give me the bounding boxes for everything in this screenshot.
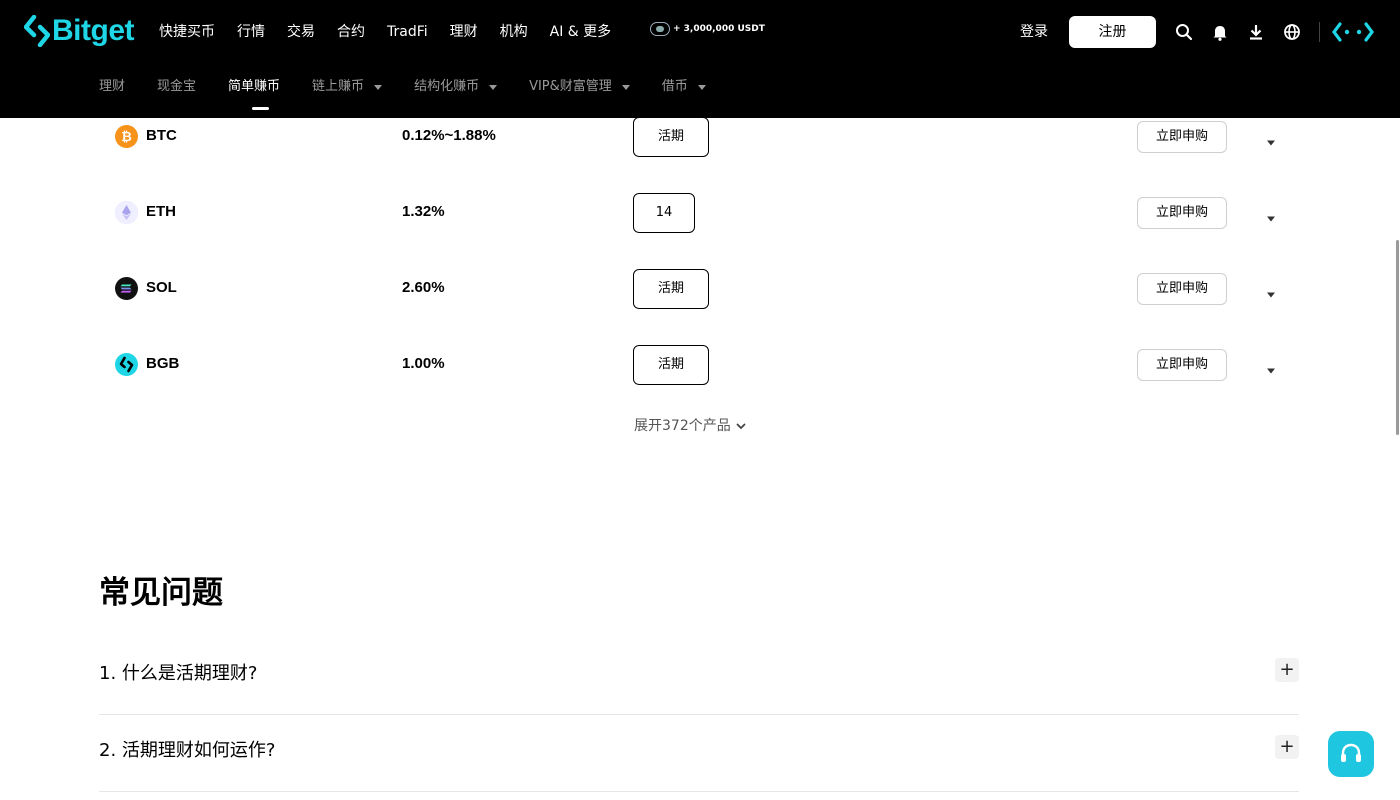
eth-icon <box>115 201 138 224</box>
coin-name: BTC <box>146 127 177 144</box>
product-row: SOL 2.60% 活期 立即申购 <box>99 259 1299 319</box>
subscribe-button[interactable]: 立即申购 <box>1137 121 1227 153</box>
main-nav: 快捷买币 行情 交易 合约 TradFi 理财 机构 AI & 更多 <box>159 20 633 44</box>
term-option[interactable]: 活期 <box>633 345 709 385</box>
subnav-tab[interactable]: 结构化赚币 <box>414 76 498 98</box>
expand-caret-icon[interactable] <box>1266 209 1276 222</box>
expand-label: 展开372个产品 <box>634 418 731 434</box>
register-button[interactable]: 注册 <box>1069 16 1156 48</box>
caret-down-icon <box>489 84 498 90</box>
faq-question: 1. 什么是活期理财? <box>99 663 258 684</box>
logo-text: Bitget <box>52 14 135 47</box>
promo-text: + 3,000,000 USDT <box>673 24 765 34</box>
caret-down-icon <box>374 84 383 90</box>
coin-name: SOL <box>146 279 177 296</box>
login-link[interactable]: 登录 <box>1020 20 1048 44</box>
subnav-tab-label: 借币 <box>661 79 688 94</box>
product-row: ETH 1.32% 14 立即申购 <box>99 183 1299 243</box>
subnav-tab-label: 理财 <box>99 79 126 94</box>
nav-item[interactable]: AI & 更多 <box>550 20 612 44</box>
top-header: Bitget 快捷买币 行情 交易 合约 TradFi 理财 机构 AI & 更多 + 3,0… <box>0 0 1400 118</box>
subnav-tab-label: 简单赚币 <box>228 79 281 94</box>
support-button[interactable] <box>1328 731 1374 777</box>
plus-icon[interactable]: + <box>1275 658 1299 682</box>
chevron-down-icon <box>736 423 746 430</box>
caret-down-icon <box>697 84 706 90</box>
nav-item[interactable]: 合约 <box>337 20 365 44</box>
subnav-tab[interactable]: 现金宝 <box>157 76 196 98</box>
bitget-logo-icon <box>24 15 50 47</box>
term-option[interactable]: 14 <box>633 193 695 233</box>
subscribe-button[interactable]: 立即申购 <box>1137 273 1227 305</box>
subnav-tab-label: VIP&财富管理 <box>529 79 612 94</box>
download-icon[interactable] <box>1246 22 1266 42</box>
plus-icon[interactable]: + <box>1275 735 1299 759</box>
subnav-tab[interactable]: VIP&财富管理 <box>529 76 630 98</box>
globe-icon[interactable] <box>1282 22 1302 42</box>
coin-name: BGB <box>146 355 180 372</box>
expand-caret-icon[interactable] <box>1266 285 1276 298</box>
coin-name: ETH <box>146 203 176 220</box>
sol-icon <box>115 277 138 300</box>
svg-text:₿: ₿ <box>121 130 132 145</box>
nav-item[interactable]: 机构 <box>500 20 528 44</box>
faq-item[interactable]: 1. 什么是活期理财? + <box>99 638 1299 715</box>
subnav-tab[interactable]: 简单赚币 <box>228 76 280 98</box>
nav-item[interactable]: 快捷买币 <box>159 20 215 44</box>
expand-caret-icon[interactable] <box>1266 133 1276 146</box>
caret-down-icon <box>621 84 630 90</box>
expand-caret-icon[interactable] <box>1266 361 1276 374</box>
subnav-tab-label: 结构化赚币 <box>414 79 480 94</box>
bitget-logo[interactable]: Bitget <box>24 14 135 48</box>
promo-banner[interactable]: + 3,000,000 USDT <box>650 22 765 36</box>
nav-item[interactable]: TradFi <box>387 20 428 44</box>
faq-item[interactable]: 2. 活期理财如何运作? + <box>99 715 1299 792</box>
apr-value: 0.12%~1.88% <box>402 127 496 144</box>
apr-value: 1.32% <box>402 203 445 220</box>
bgb-icon <box>115 353 138 376</box>
subnav-tab[interactable]: 理财 <box>99 76 125 98</box>
subnav-tab-label: 链上赚币 <box>312 79 365 94</box>
reward-coin-icon <box>650 22 670 36</box>
btc-icon: ₿ <box>115 125 138 148</box>
faq-title: 常见问题 <box>99 575 223 611</box>
faq-question: 2. 活期理财如何运作? <box>99 740 276 761</box>
nav-item[interactable]: 交易 <box>287 20 315 44</box>
subnav-tab[interactable]: 借币 <box>662 76 706 98</box>
bitget-mark-icon[interactable] <box>1332 21 1374 43</box>
product-row: BGB 1.00% 活期 立即申购 <box>99 335 1299 395</box>
active-tab-indicator <box>252 107 269 110</box>
term-option[interactable]: 活期 <box>633 269 709 309</box>
subscribe-button[interactable]: 立即申购 <box>1137 197 1227 229</box>
nav-item[interactable]: 理财 <box>450 20 478 44</box>
header-divider <box>1319 22 1320 42</box>
nav-item[interactable]: 行情 <box>237 20 265 44</box>
expand-products-button[interactable]: 展开372个产品 <box>634 416 747 436</box>
scrollbar[interactable] <box>1396 240 1399 435</box>
bell-icon[interactable] <box>1210 22 1230 42</box>
headset-icon <box>1341 743 1361 762</box>
term-option[interactable]: 活期 <box>633 117 709 157</box>
search-icon[interactable] <box>1174 22 1194 42</box>
subnav-tab[interactable]: 链上赚币 <box>312 76 383 98</box>
apr-value: 1.00% <box>402 355 445 372</box>
sub-nav: 理财 现金宝 简单赚币 链上赚币 结构化赚币 VIP&财富管理 借币 <box>99 76 738 98</box>
subscribe-button[interactable]: 立即申购 <box>1137 349 1227 381</box>
subnav-tab-label: 现金宝 <box>157 79 197 94</box>
apr-value: 2.60% <box>402 279 445 296</box>
